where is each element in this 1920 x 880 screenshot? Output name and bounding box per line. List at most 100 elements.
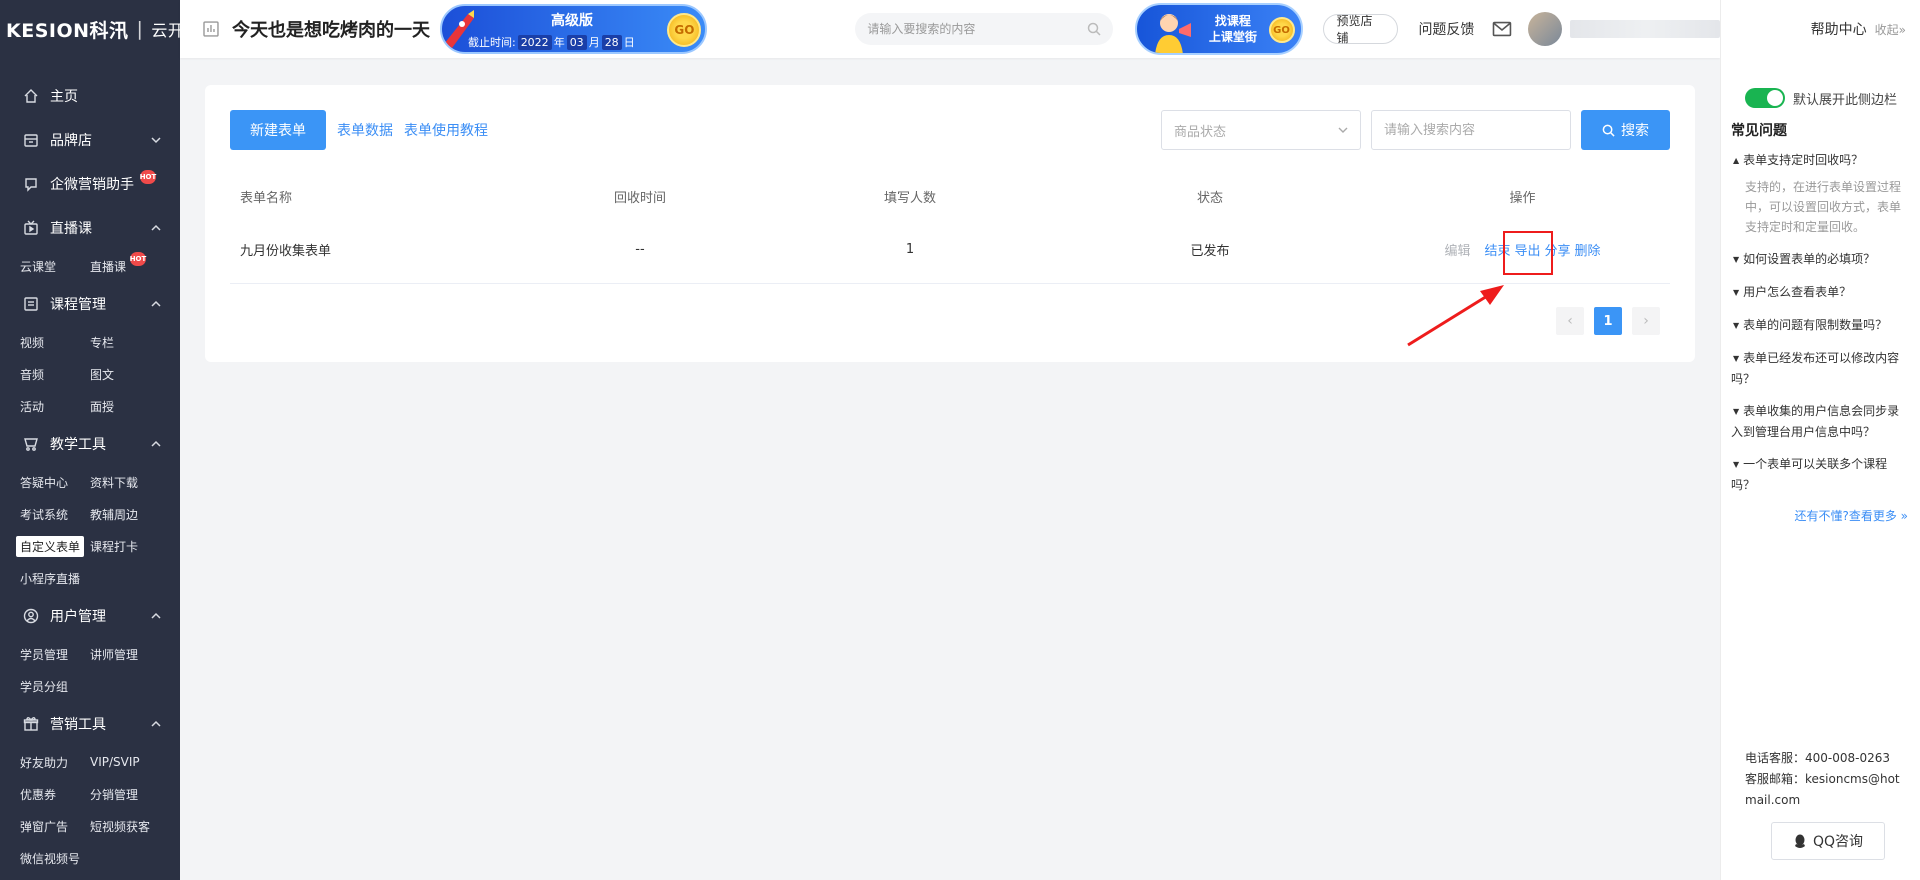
course-banner-line2: 上课堂街 xyxy=(1208,30,1257,44)
chevron-up-icon xyxy=(150,610,162,622)
feedback-link[interactable]: 问题反馈 xyxy=(1418,19,1474,39)
sidebar-subitem[interactable]: 好友助力 xyxy=(20,746,90,778)
share-link[interactable]: 分享 xyxy=(1543,244,1573,259)
vip-banner[interactable]: 高级版 截止时间: 2022 年 03 月 28 日 GO xyxy=(439,4,708,54)
sidebar-subitem[interactable]: 直播课 HOT xyxy=(90,250,180,282)
faq-question[interactable]: ▼ 表单已经发布还可以修改内容吗？ xyxy=(1731,348,1908,389)
caret-down-icon: ▼ xyxy=(1733,255,1740,264)
sidebar-subitem[interactable]: 活动 xyxy=(20,390,90,422)
sidebar-subitem[interactable]: 学员分组 xyxy=(20,670,90,702)
col-header-name: 表单名称 xyxy=(240,190,293,206)
status-select[interactable]: 商品状态 xyxy=(1161,110,1361,150)
chevron-up-icon xyxy=(150,222,162,234)
sidebar-subitem[interactable]: 图文 xyxy=(90,358,180,390)
sidebar-item-home[interactable]: 主页 xyxy=(0,74,180,118)
sidebar-subitem[interactable]: 答疑中心 xyxy=(20,466,90,498)
course-banner[interactable]: 找课程 上课堂街 GO xyxy=(1134,3,1303,55)
chevron-up-icon xyxy=(150,718,162,730)
faq-question[interactable]: ▼ 一个表单可以关联多个课程吗？ xyxy=(1731,454,1908,495)
hot-badge: HOT xyxy=(130,252,146,266)
contact-info: 电话客服：400-008-0263 客服邮箱：kesioncms@hotmail… xyxy=(1745,748,1909,811)
caret-down-icon: ▼ xyxy=(1733,460,1740,469)
sidebar-item-course[interactable]: 课程管理 xyxy=(0,282,180,326)
search-button[interactable]: 搜索 xyxy=(1581,110,1670,150)
sidebar-subitem[interactable]: 优惠券 xyxy=(20,778,90,810)
stats-icon[interactable] xyxy=(202,20,220,38)
help-center-title: 帮助中心 xyxy=(1810,22,1867,38)
sidebar-item-marketing[interactable]: 营销工具 xyxy=(0,702,180,746)
brand-sub-text: 云开店 xyxy=(151,21,180,40)
faq-question[interactable]: ▼ 表单收集的用户信息会同步录入到管理台用户信息中吗？ xyxy=(1731,401,1908,442)
chevron-down-icon xyxy=(150,134,162,146)
sidebar-subitem[interactable]: 小程序直播 xyxy=(20,562,90,594)
status-select-placeholder: 商品状态 xyxy=(1174,124,1227,140)
form-data-link[interactable]: 表单数据 xyxy=(337,120,393,140)
default-expand-label: 默认展开此侧边栏 xyxy=(1793,92,1898,108)
faq-question[interactable]: ▼ 如何设置表单的必填项？ xyxy=(1731,249,1908,270)
sidebar-subitem[interactable]: 面授 xyxy=(90,390,180,422)
help-collapse-button[interactable]: 收起» xyxy=(1875,21,1906,38)
sidebar-subitem[interactable]: 教辅周边 xyxy=(90,498,180,530)
vip-go-button[interactable]: GO xyxy=(667,13,702,47)
home-icon xyxy=(22,87,40,105)
sidebar-subitem[interactable]: 学员管理 xyxy=(20,638,90,670)
form-list-card: 新建表单 表单数据 表单使用教程 商品状态 搜索 表单名称 回收时间 填写人数 … xyxy=(205,85,1695,362)
sidebar-item-label: 品牌店 xyxy=(50,133,92,149)
sidebar-subitem[interactable]: 课程打卡 xyxy=(90,530,180,562)
default-expand-toggle[interactable] xyxy=(1745,88,1785,108)
sidebar-subitem[interactable]: 短视频获客 xyxy=(90,810,180,842)
sidebar-subitem[interactable]: 云课堂 xyxy=(20,250,90,282)
sidebar-subitem[interactable]: 视频 xyxy=(20,326,90,358)
pagination-prev[interactable]: ‹ xyxy=(1556,307,1584,335)
sidebar-item-user[interactable]: 用户管理 xyxy=(0,594,180,638)
table-row: 九月份收集表单 -- 1 已发布 编辑 结束 导出 分享 删除 xyxy=(230,217,1670,284)
sidebar-item-brand-shop[interactable]: 品牌店 xyxy=(0,118,180,162)
faq-question[interactable]: ▲ 表单支持定时回收吗？ xyxy=(1731,150,1908,171)
keyword-search-input[interactable] xyxy=(1371,110,1571,150)
qq-consult-button[interactable]: QQ咨询 xyxy=(1771,822,1885,860)
table-header-row: 表单名称 回收时间 填写人数 状态 操作 xyxy=(230,175,1670,217)
sidebar-item-teach[interactable]: 教学工具 xyxy=(0,422,180,466)
search-icon xyxy=(1602,124,1615,137)
brand-logo-text: KESION科汛 xyxy=(6,19,129,42)
caret-up-icon: ▲ xyxy=(1733,156,1740,165)
sidebar-subitem[interactable]: 分销管理 xyxy=(90,778,180,810)
form-tutorial-link[interactable]: 表单使用教程 xyxy=(404,120,488,140)
sidebar-subitem[interactable]: 资料下载 xyxy=(90,466,180,498)
faq-answer: 支持的，在进行表单设置过程中，可以设置回收方式，表单支持定时和定量回收。 xyxy=(1745,180,1902,234)
sidebar-item-wecom[interactable]: 企微营销助手 HOT xyxy=(0,162,180,206)
sidebar-item-label: 主页 xyxy=(50,89,78,105)
cell-recycle-time: -- xyxy=(505,217,775,284)
sidebar-subitem[interactable]: 专栏 xyxy=(90,326,180,358)
sidebar-subitem[interactable]: 考试系统 xyxy=(20,498,90,530)
col-header-count: 填写人数 xyxy=(883,190,936,206)
cell-form-name: 九月份收集表单 xyxy=(230,217,505,284)
search-icon[interactable] xyxy=(1087,22,1101,36)
brand-logo[interactable]: KESION科汛 | 云开店 xyxy=(0,0,180,58)
help-panel: 帮助中心 收起» 默认展开此侧边栏 常见问题 ▲ 表单支持定时回收吗？ 支持的，在进… xyxy=(1720,0,1920,880)
delete-link[interactable]: 删除 xyxy=(1573,244,1603,259)
sidebar-subitem[interactable]: 讲师管理 xyxy=(90,638,180,670)
faq-more-link[interactable]: 还有不懂?查看更多 » xyxy=(1721,507,1920,524)
pagination-page[interactable]: 1 xyxy=(1594,307,1622,335)
end-link[interactable]: 结束 xyxy=(1482,244,1512,259)
faq-title: 常见问题 xyxy=(1731,123,1787,139)
export-link[interactable]: 导出 xyxy=(1512,244,1542,259)
sidebar-item-live[interactable]: 直播课 xyxy=(0,206,180,250)
mail-icon[interactable] xyxy=(1492,21,1512,37)
sidebar-subitem[interactable]: 微信视频号 xyxy=(20,842,90,874)
avatar[interactable] xyxy=(1528,12,1563,46)
header-search-input[interactable] xyxy=(867,22,1087,36)
chevron-down-icon xyxy=(1338,127,1348,133)
faq-question[interactable]: ▼ 用户怎么查看表单？ xyxy=(1731,282,1908,303)
faq-question[interactable]: ▼ 表单的问题有限制数量吗？ xyxy=(1731,315,1908,336)
sidebar-subitem[interactable]: 音频 xyxy=(20,358,90,390)
sidebar-subitem[interactable]: VIP/SVIP xyxy=(90,746,180,778)
sidebar-subitem[interactable]: 自定义表单 xyxy=(16,530,90,562)
new-form-button[interactable]: 新建表单 xyxy=(230,110,326,150)
sidebar-subitem[interactable]: 弹窗广告 xyxy=(20,810,90,842)
preview-shop-button[interactable]: 预览店铺 xyxy=(1322,14,1399,45)
course-go-button[interactable]: GO xyxy=(1268,17,1295,43)
sidebar-item-label: 直播课 xyxy=(50,221,92,237)
pagination-next[interactable]: › xyxy=(1632,307,1660,335)
